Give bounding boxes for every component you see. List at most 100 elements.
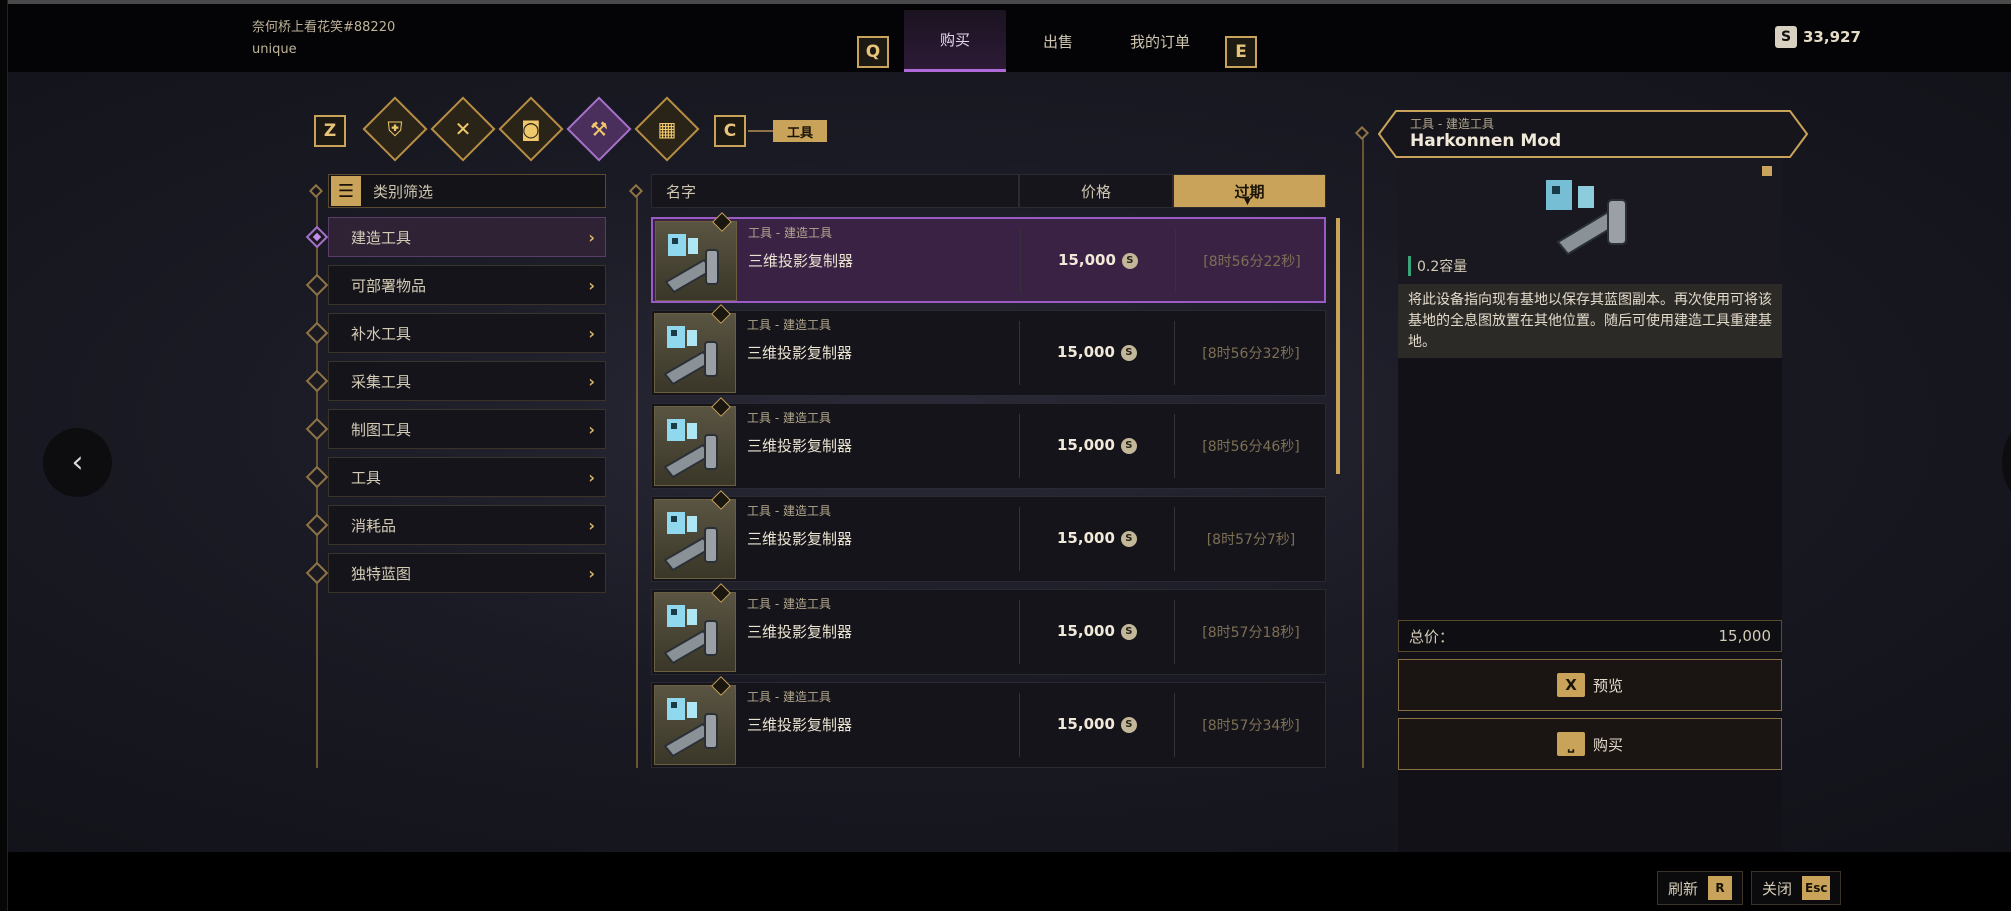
currency-amount: 33,927 xyxy=(1803,28,1861,46)
refresh-key-icon: R xyxy=(1708,876,1733,900)
table-row[interactable]: 工具 - 建造工具 三维投影复制器 15,000 S [8时57分7秒] xyxy=(651,490,1326,582)
sidebar-item-building-tools[interactable]: 建造工具 › xyxy=(328,217,606,257)
sidebar-item-tools[interactable]: 工具 › xyxy=(328,457,606,497)
bookmark-icon[interactable] xyxy=(1762,166,1772,176)
row-category: 工具 - 建造工具 xyxy=(747,318,831,332)
sidebar-item-unique-blueprints[interactable]: 独特蓝图 › xyxy=(328,553,606,593)
preview-key-icon: X xyxy=(1556,673,1585,697)
row-price: 15,000 S xyxy=(1057,436,1137,454)
sidebar-item-gathering-tools[interactable]: 采集工具 › xyxy=(328,361,606,401)
chevron-right-icon: › xyxy=(588,371,595,391)
tab-my-orders[interactable]: 我的订单 xyxy=(1110,10,1210,72)
item-thumbnail xyxy=(654,499,736,579)
prev-category-key[interactable]: Z xyxy=(314,115,346,147)
item-thumbnail xyxy=(654,406,736,486)
solari-icon: S xyxy=(1775,26,1797,48)
column-divider xyxy=(1174,693,1175,757)
hologram-tool-image xyxy=(1538,172,1648,262)
sidebar-item-mapping-tools[interactable]: 制图工具 › xyxy=(328,409,606,449)
total-label: 总价： xyxy=(1409,627,1455,646)
item-name: Harkonnen Mod xyxy=(1410,131,1562,151)
category-filter-header[interactable]: ☰ 类别筛选 xyxy=(328,174,606,208)
previous-page-button[interactable]: ‹ xyxy=(43,428,112,497)
column-divider xyxy=(1019,321,1020,385)
row-price: 15,000 S xyxy=(1057,622,1137,640)
close-button[interactable]: 关闭 Esc xyxy=(1751,871,1842,905)
solari-coin-icon: S xyxy=(1121,252,1138,269)
row-price: 15,000 S xyxy=(1057,343,1137,361)
market-app: 奈何桥上看花笑#88220 unique Q 购买 出售 我的订单 E S 33… xyxy=(0,0,2011,911)
column-header-name[interactable]: 名字 xyxy=(651,174,1019,208)
solari-coin-icon: S xyxy=(1120,437,1137,454)
column-header-price[interactable]: 价格 xyxy=(1019,174,1173,208)
table-row[interactable]: 工具 - 建造工具 三维投影复制器 15,000 S [8时56分46秒] xyxy=(651,397,1326,489)
item-thumbnail xyxy=(655,221,737,301)
column-divider xyxy=(1019,414,1020,478)
window-edge xyxy=(0,0,8,911)
solari-coin-icon: S xyxy=(1120,623,1137,640)
buy-button[interactable]: ⎵ 购买 xyxy=(1398,718,1782,770)
solari-coin-icon: S xyxy=(1120,530,1137,547)
chevron-right-icon: › xyxy=(588,227,595,247)
item-title-banner: 工具 - 建造工具 Harkonnen Mod xyxy=(1378,110,1808,158)
chevron-left-icon: ‹ xyxy=(71,445,84,480)
prev-tab-key[interactable]: Q xyxy=(857,36,889,68)
filter-header-label: 类别筛选 xyxy=(373,182,434,201)
table-row[interactable]: 工具 - 建造工具 三维投影复制器 15,000 S [8时57分34秒] xyxy=(651,676,1326,768)
spacebar-key-icon: ⎵ xyxy=(1556,732,1585,756)
table-row[interactable]: 工具 - 建造工具三维投影复制器 15,000 S [8时56分32秒] xyxy=(651,304,1326,396)
row-price: 15,000 S xyxy=(1057,529,1137,547)
column-header-expiry[interactable]: 过期 ▼ xyxy=(1173,174,1326,208)
detail-rail xyxy=(1362,134,1364,768)
row-category: 工具 - 建造工具 xyxy=(747,504,831,518)
row-item-name: 三维投影复制器 xyxy=(747,344,853,362)
table-scrollbar[interactable] xyxy=(1336,218,1340,474)
solari-coin-icon: S xyxy=(1120,716,1137,733)
sidebar-item-label: 建造工具 xyxy=(351,228,412,247)
row-price-value: 15,000 xyxy=(1057,622,1115,640)
sidebar-item-deployables[interactable]: 可部署物品 › xyxy=(328,265,606,305)
row-item-name: 三维投影复制器 xyxy=(747,623,853,641)
row-expiry: [8时56分32秒] xyxy=(1202,346,1300,362)
sidebar-item-water-tools[interactable]: 补水工具 › xyxy=(328,313,606,353)
currency-display: S 33,927 xyxy=(1775,26,1861,48)
row-price-value: 15,000 xyxy=(1057,529,1115,547)
column-divider xyxy=(1174,600,1175,664)
sidebar-item-label: 采集工具 xyxy=(351,372,412,391)
row-price-value: 15,000 xyxy=(1058,251,1116,269)
tab-buy[interactable]: 购买 xyxy=(904,10,1006,72)
table-row[interactable]: 工具 - 建造工具三维投影复制器 15,000 S [8时57分18秒] xyxy=(651,583,1326,675)
tab-sell[interactable]: 出售 xyxy=(1006,10,1110,72)
row-price-value: 15,000 xyxy=(1057,343,1115,361)
total-value: 15,000 xyxy=(1718,627,1772,645)
preview-button[interactable]: X 预览 xyxy=(1398,659,1782,711)
chevron-right-icon: › xyxy=(588,563,595,583)
row-price: 15,000 S xyxy=(1058,251,1138,269)
category-connector xyxy=(748,130,773,132)
player-subtitle: unique xyxy=(252,42,297,57)
filter-menu-icon: ☰ xyxy=(331,176,361,206)
column-divider xyxy=(1019,507,1020,571)
column-divider xyxy=(1175,229,1176,293)
next-tab-key[interactable]: E xyxy=(1225,36,1257,68)
sidebar-item-consumables[interactable]: 消耗品 › xyxy=(328,505,606,545)
row-expiry: [8时57分18秒] xyxy=(1202,625,1300,641)
total-price-box: 总价： 15,000 xyxy=(1398,620,1782,652)
selected-category-label: 工具 xyxy=(773,120,827,142)
row-category: 工具 - 建造工具 xyxy=(747,597,831,611)
buy-label: 购买 xyxy=(1592,735,1623,754)
column-divider xyxy=(1019,600,1020,664)
chevron-right-icon: › xyxy=(588,323,595,343)
row-item-name: 三维投影复制器 xyxy=(748,252,854,270)
sidebar-item-label: 独特蓝图 xyxy=(351,564,412,583)
item-thumbnail xyxy=(654,313,736,393)
next-category-key[interactable]: C xyxy=(714,115,746,147)
refresh-label: 刷新 xyxy=(1668,879,1699,898)
row-category: 工具 - 建造工具 xyxy=(747,690,831,704)
detail-panel xyxy=(1398,358,1782,852)
column-divider xyxy=(1019,693,1020,757)
refresh-button[interactable]: 刷新 R xyxy=(1657,871,1744,905)
column-divider xyxy=(1174,507,1175,571)
table-row[interactable]: 工具 - 建造工具 三维投影复制器 15,000 S [8时56分22秒] xyxy=(651,212,1326,303)
row-category: 工具 - 建造工具 xyxy=(747,411,831,425)
